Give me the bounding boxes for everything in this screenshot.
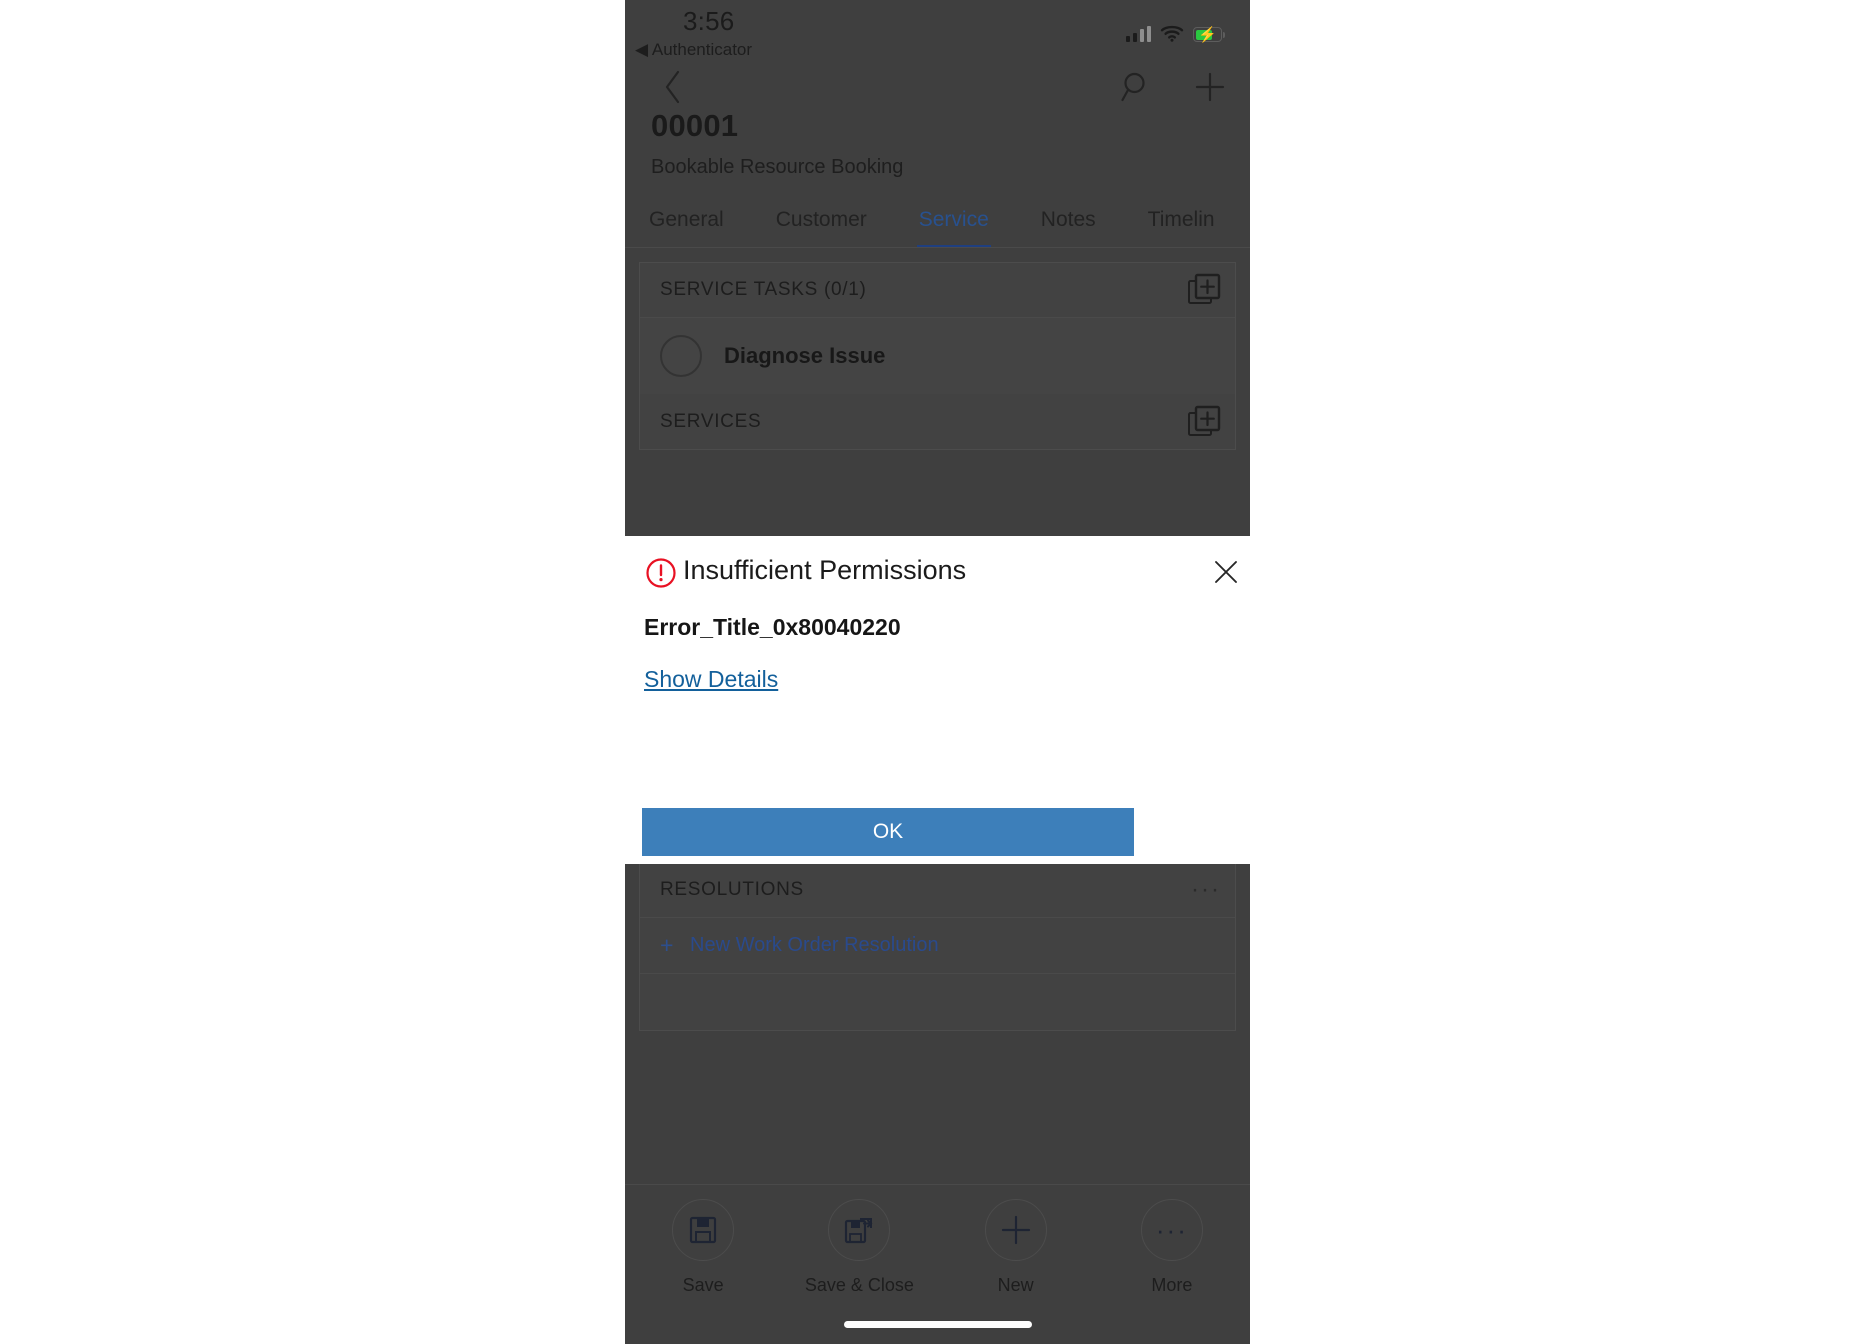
chevron-left-icon — [665, 70, 680, 104]
section-row-partial — [640, 974, 1235, 1030]
error-circle-icon — [646, 558, 676, 588]
command-bar: Save Save & Close New ··· More — [625, 1184, 1250, 1344]
tab-customer[interactable]: Customer — [776, 192, 867, 248]
service-tasks-header: SERVICE TASKS (0/1) — [640, 263, 1235, 318]
new-button-icon-circle — [984, 1199, 1047, 1261]
resolutions-header: RESOLUTIONS ··· — [640, 863, 1235, 918]
add-new-record-icon[interactable] — [1187, 405, 1221, 439]
plus-icon: + — [660, 932, 674, 958]
tab-notes[interactable]: Notes — [1041, 192, 1096, 248]
error-dialog-message: Error_Title_0x80040220 — [644, 614, 901, 640]
error-dialog-footer: OK — [625, 800, 1266, 864]
battery-charging-icon: ⚡ — [1193, 26, 1225, 43]
error-dialog-title-row: Insufficient Permissions — [625, 536, 1266, 614]
service-task-name: Diagnose Issue — [724, 343, 886, 368]
error-dialog: Insufficient Permissions Error_Title_0x8… — [625, 536, 1266, 800]
nav-actions — [1112, 62, 1234, 112]
new-button[interactable]: New — [951, 1199, 1081, 1296]
form-tab-strip: General Customer Service Notes Timelin — [625, 192, 1250, 248]
save-and-close-button[interactable]: Save & Close — [794, 1199, 924, 1296]
plus-icon — [1195, 72, 1225, 102]
add-new-record-icon[interactable] — [1187, 273, 1221, 307]
services-header-label: SERVICES — [660, 410, 762, 432]
more-horizontal-icon[interactable]: ··· — [1191, 878, 1221, 902]
service-tasks-header-label: SERVICE TASKS (0/1) — [660, 279, 867, 300]
new-work-order-resolution-link[interactable]: New Work Order Resolution — [690, 934, 939, 957]
save-and-close-icon-circle — [828, 1199, 891, 1261]
tab-timeline[interactable]: Timelin — [1148, 192, 1215, 248]
save-and-close-icon — [845, 1218, 873, 1244]
tab-service[interactable]: Service — [916, 192, 991, 248]
show-details-link[interactable]: Show Details — [644, 666, 778, 693]
new-record-button[interactable] — [1186, 63, 1234, 111]
status-bar-back-to-app[interactable]: ◀ Authenticator — [635, 40, 752, 60]
tab-general[interactable]: General — [649, 192, 724, 248]
charging-bolt-icon: ⚡ — [1198, 26, 1217, 43]
new-button-label: New — [997, 1275, 1034, 1295]
status-bar: 3:56 ◀ Authenticator ⚡ — [625, 0, 1250, 62]
plus-icon — [1001, 1215, 1030, 1245]
save-and-close-button-label: Save & Close — [804, 1275, 914, 1295]
status-bar-time: 3:56 — [683, 6, 735, 36]
search-button[interactable] — [1112, 63, 1160, 111]
service-tasks-section: SERVICE TASKS (0/1) Diagnose Issue SERVI… — [639, 262, 1236, 450]
unchecked-circle-icon[interactable] — [660, 335, 702, 377]
home-indicator-bar — [843, 1321, 1032, 1328]
record-title: 00001 — [651, 108, 739, 143]
services-header: SERVICES — [640, 394, 1235, 449]
save-button[interactable]: Save — [638, 1199, 768, 1296]
more-horizontal-icon: ··· — [1155, 1215, 1188, 1245]
more-button[interactable]: ··· More — [1107, 1199, 1237, 1296]
save-floppy-icon — [690, 1216, 717, 1244]
record-entity-name: Bookable Resource Booking — [651, 156, 904, 178]
search-icon — [1121, 72, 1145, 102]
save-button-icon-circle — [672, 1199, 735, 1261]
close-button[interactable] — [1204, 550, 1248, 594]
screenshot-canvas: 3:56 ◀ Authenticator ⚡ 00001 Bookable Re… — [0, 0, 1854, 1344]
save-button-label: Save — [682, 1275, 724, 1295]
more-button-icon-circle: ··· — [1140, 1199, 1203, 1261]
new-work-order-resolution-row[interactable]: + New Work Order Resolution — [640, 918, 1235, 974]
resolutions-header-label: RESOLUTIONS — [660, 879, 804, 900]
back-button[interactable] — [647, 62, 699, 112]
wifi-icon — [1160, 25, 1184, 42]
tab-strip-divider — [625, 247, 1250, 248]
signal-bars-icon — [1125, 26, 1151, 42]
more-button-label: More — [1151, 1275, 1193, 1295]
ok-button[interactable]: OK — [642, 808, 1134, 856]
close-icon — [1215, 561, 1237, 583]
error-dialog-title: Insufficient Permissions — [683, 555, 967, 585]
table-row[interactable]: Diagnose Issue — [640, 318, 1235, 394]
nav-bar — [625, 62, 1250, 112]
status-bar-indicators: ⚡ — [1125, 18, 1225, 43]
